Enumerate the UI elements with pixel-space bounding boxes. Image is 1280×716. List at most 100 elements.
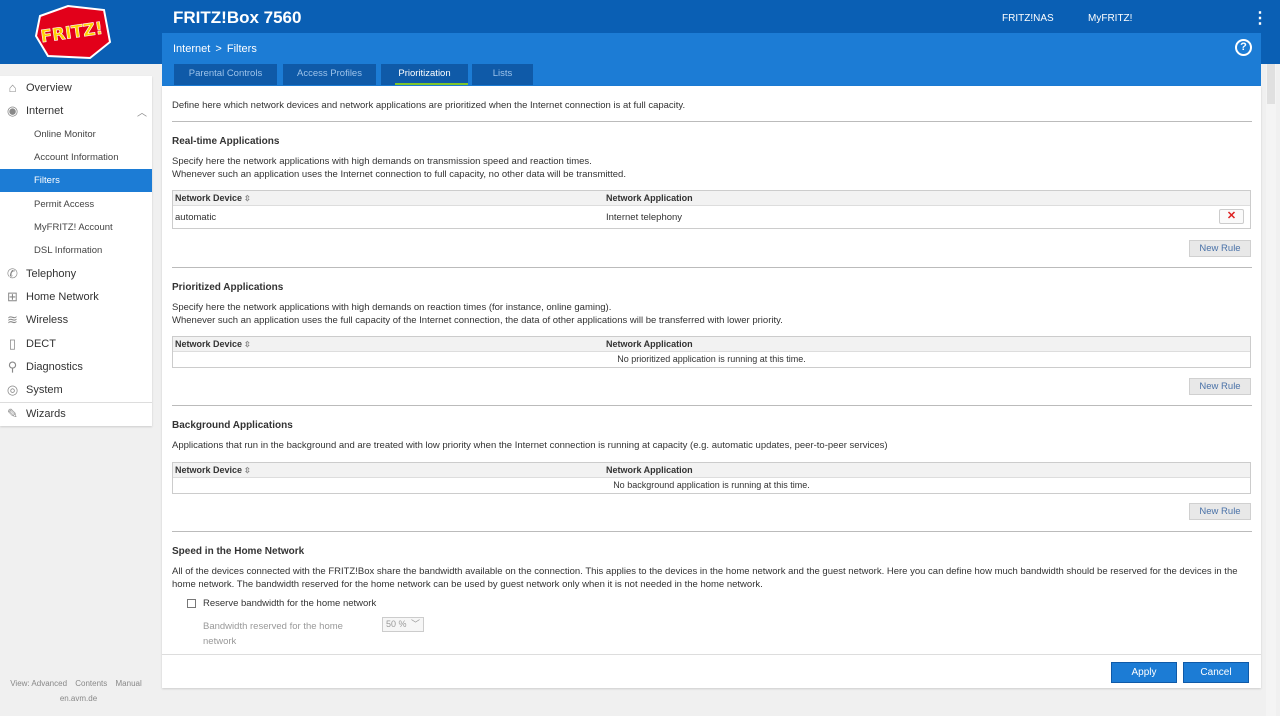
bandwidth-value: 50 %	[386, 619, 407, 629]
fritz-logo[interactable]: FRITZ!	[30, 2, 114, 62]
product-title: FRITZ!Box 7560	[173, 8, 302, 27]
realtime-desc: Specify here the network applications wi…	[172, 155, 626, 181]
col-network-device[interactable]: Network Device ⇳	[175, 193, 251, 203]
sort-icon[interactable]: ⇳	[244, 466, 251, 475]
background-desc: Applications that run in the background …	[172, 440, 888, 451]
dect-icon: ▯	[8, 336, 17, 351]
sidebar-item-dect[interactable]: ▯ DECT	[0, 333, 152, 355]
empty-message: No background application is running at …	[613, 480, 810, 490]
tab-prioritization[interactable]: Prioritization	[381, 64, 468, 85]
col-network-application: Network Application	[606, 465, 693, 475]
fritznas-link[interactable]: FRITZ!NAS	[1002, 13, 1054, 24]
wizard-icon: ✎	[7, 406, 18, 421]
background-new-rule-button[interactable]: New Rule	[1189, 503, 1251, 520]
breadcrumb-separator: >	[215, 43, 222, 55]
reserve-bandwidth-checkbox[interactable]	[187, 599, 196, 608]
sidebar-item-home-network[interactable]: ⊞ Home Network	[0, 286, 152, 308]
realtime-desc-line: Specify here the network applications wi…	[172, 156, 592, 167]
scrollbar-thumb[interactable]	[1267, 64, 1275, 104]
delete-rule-button[interactable]: ✕	[1219, 209, 1244, 224]
col-network-device[interactable]: Network Device ⇳	[175, 339, 251, 349]
breadcrumb: Internet > Filters	[173, 43, 257, 55]
close-icon: ✕	[1226, 210, 1237, 222]
prioritized-new-rule-button[interactable]: New Rule	[1189, 378, 1251, 395]
avm-domain-link[interactable]: en.avm.de	[0, 694, 157, 703]
sidebar-item-wireless[interactable]: ≋ Wireless	[0, 309, 152, 331]
sidebar-item-label: Internet	[26, 105, 64, 117]
sidebar-item-label: Filters	[34, 175, 60, 186]
divider	[172, 121, 1252, 122]
sort-icon[interactable]: ⇳	[244, 340, 251, 349]
chevron-up-icon[interactable]: ︿	[137, 104, 147, 119]
manual-link[interactable]: Manual	[116, 679, 142, 688]
col-network-application: Network Application	[606, 339, 693, 349]
sidebar-item-internet[interactable]: ◉ Internet ︿	[0, 100, 152, 122]
breadcrumb-internet[interactable]: Internet	[173, 43, 210, 55]
sidebar-item-dsl-information[interactable]: DSL Information	[0, 239, 152, 261]
row-application: Internet telephony	[606, 212, 683, 223]
table-row: automatic Internet telephony ✕	[173, 206, 1250, 228]
sidebar-item-overview[interactable]: ⌂ Overview	[0, 77, 152, 99]
kebab-icon[interactable]: ⋮	[1252, 11, 1268, 27]
contents-link[interactable]: Contents	[75, 679, 107, 688]
bandwidth-reserved-label: Bandwidth reserved for the home network	[203, 621, 343, 647]
sidebar-item-filters[interactable]: Filters	[0, 169, 152, 192]
sub-header: Internet > Filters ? Parental Controls A…	[162, 33, 1261, 86]
main-content: Define here which network devices and ne…	[162, 86, 1261, 688]
reserve-bandwidth-label[interactable]: Reserve bandwidth for the home network	[203, 598, 376, 609]
sidebar-item-wizards[interactable]: ✎ Wizards	[0, 403, 152, 425]
view-advanced-link[interactable]: View: Advanced	[10, 679, 67, 688]
myfritz-link[interactable]: MyFRITZ!	[1088, 13, 1132, 24]
sidebar-item-label: Wizards	[26, 408, 66, 420]
sidebar-item-label: MyFRITZ! Account	[34, 222, 113, 233]
realtime-desc-line: Whenever such an application uses the In…	[172, 169, 626, 180]
col-network-application: Network Application	[606, 193, 693, 203]
prioritized-desc: Specify here the network applications wi…	[172, 301, 783, 327]
table-header: Network Device ⇳ Network Application	[173, 191, 1250, 206]
intro-text: Define here which network devices and ne…	[172, 100, 686, 111]
speed-desc-line: All of the devices connected with the FR…	[172, 566, 1238, 577]
sidebar-item-label: System	[26, 384, 63, 396]
tab-parental-controls[interactable]: Parental Controls	[174, 64, 277, 85]
sidebar-item-online-monitor[interactable]: Online Monitor	[0, 123, 152, 145]
sidebar-item-telephony[interactable]: ✆ Telephony	[0, 263, 152, 285]
sidebar-footer-links: View: Advanced Contents Manual	[0, 679, 152, 688]
background-title: Background Applications	[172, 420, 293, 431]
divider	[172, 267, 1252, 268]
empty-message: No prioritized application is running at…	[617, 354, 806, 364]
row-device: automatic	[175, 212, 217, 223]
realtime-table: Network Device ⇳ Network Application auto…	[172, 190, 1251, 229]
divider	[172, 405, 1252, 406]
tab-lists[interactable]: Lists	[472, 64, 533, 85]
speed-title: Speed in the Home Network	[172, 546, 305, 557]
help-icon[interactable]: ?	[1235, 39, 1252, 56]
sort-icon[interactable]: ⇳	[244, 194, 251, 203]
sidebar-item-diagnostics[interactable]: ⚲ Diagnostics	[0, 356, 152, 378]
sidebar: ⌂ Overview ◉ Internet ︿ Online Monitor A…	[0, 76, 152, 426]
sidebar-item-label: DSL Information	[34, 245, 103, 256]
speed-desc-line: home network. The bandwidth reserved for…	[172, 579, 763, 590]
prioritized-table: Network Device ⇳ Network Application No p…	[172, 336, 1251, 368]
table-header: Network Device ⇳ Network Application	[173, 463, 1250, 478]
sidebar-item-system[interactable]: ◎ System	[0, 379, 152, 401]
tab-access-profiles[interactable]: Access Profiles	[283, 64, 376, 85]
col-network-device[interactable]: Network Device ⇳	[175, 465, 251, 475]
diagnostics-icon: ⚲	[7, 359, 18, 374]
divider	[172, 531, 1252, 532]
background-table: Network Device ⇳ Network Application No b…	[172, 462, 1251, 494]
sidebar-item-permit-access[interactable]: Permit Access	[0, 193, 152, 215]
sidebar-item-myfritz-account[interactable]: MyFRITZ! Account	[0, 216, 152, 238]
sidebar-item-label: DECT	[26, 338, 56, 350]
prioritized-desc-line: Specify here the network applications wi…	[172, 302, 612, 313]
scrollbar[interactable]	[1266, 64, 1276, 716]
wifi-icon: ≋	[7, 312, 18, 327]
sidebar-item-label: Online Monitor	[34, 129, 96, 140]
bandwidth-select[interactable]: 50 % ﹀	[382, 617, 424, 632]
home-icon: ⌂	[8, 80, 17, 95]
cancel-button[interactable]: Cancel	[1183, 662, 1249, 683]
apply-button[interactable]: Apply	[1111, 662, 1177, 683]
sidebar-item-account-information[interactable]: Account Information	[0, 146, 152, 168]
realtime-new-rule-button[interactable]: New Rule	[1189, 240, 1251, 257]
sidebar-item-label: Account Information	[34, 152, 119, 163]
sidebar-item-label: Home Network	[26, 291, 99, 303]
